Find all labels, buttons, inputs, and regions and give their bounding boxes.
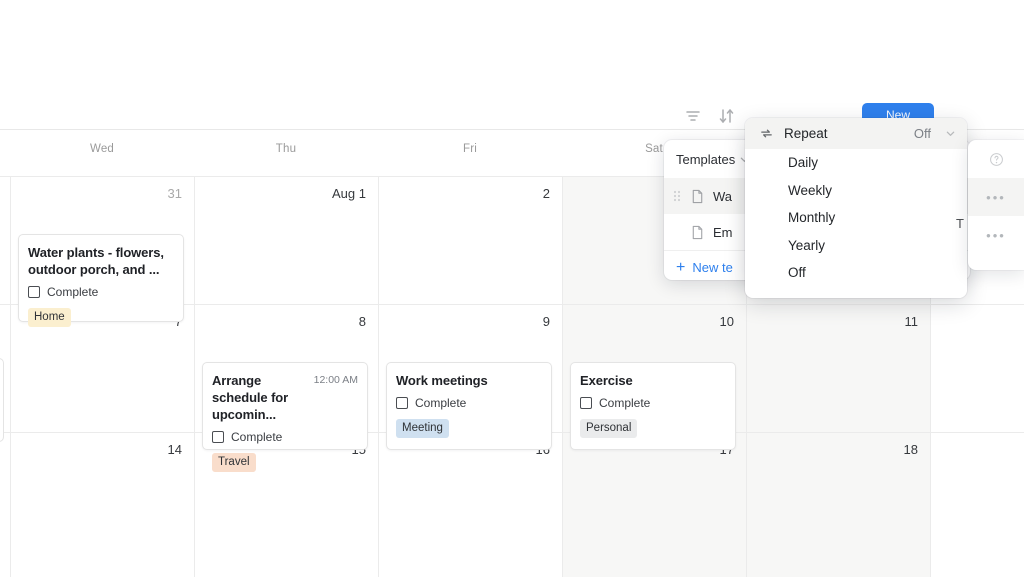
repeat-option-monthly[interactable]: Monthly <box>770 204 967 232</box>
right-rail: ••• T ••• <box>956 140 1024 270</box>
repeat-options-list: Daily Weekly Monthly Yearly Off <box>770 149 967 298</box>
event-complete-row[interactable]: Complete <box>580 396 726 410</box>
event-complete-label: Complete <box>231 430 283 444</box>
event-card[interactable]: Exercise Complete Personal <box>570 362 736 450</box>
event-title: Water plants - flowers, outdoor porch, a… <box>28 245 164 277</box>
repeat-dropdown-header[interactable]: Repeat Off <box>745 118 967 149</box>
overflow-dots-icon: ••• <box>986 189 1006 205</box>
event-tag[interactable]: Personal <box>580 419 638 438</box>
event-complete-label: Complete <box>47 285 99 299</box>
event-title: Work meetings <box>396 373 488 388</box>
calendar-app-screen: New WedThuFriSat 31Aug 12789101114151617… <box>0 0 1024 577</box>
new-template-label: New te <box>692 260 733 275</box>
day-number-cell[interactable]: Aug 1 <box>194 186 366 201</box>
plus-icon: + <box>676 258 686 276</box>
checkbox-icon[interactable] <box>396 397 408 409</box>
grid-column-divider <box>562 176 563 577</box>
day-number-cell[interactable]: 8 <box>194 314 366 329</box>
toolbar: New <box>0 0 1024 130</box>
event-complete-row[interactable]: Complete <box>28 285 174 299</box>
day-number-cell[interactable]: 18 <box>746 442 918 457</box>
text-marker-label: T <box>956 216 964 231</box>
event-tag[interactable]: Travel <box>212 453 256 472</box>
toolbar-icon-group <box>684 107 736 125</box>
event-complete-label: Complete <box>415 396 467 410</box>
overflow-dots-icon: ••• <box>986 227 1006 243</box>
day-number-cell[interactable]: 10 <box>562 314 734 329</box>
event-time: 12:00 AM <box>313 374 358 386</box>
day-number-cell[interactable]: 11 <box>746 314 919 329</box>
repeat-option-weekly[interactable]: Weekly <box>770 177 967 205</box>
repeat-icon <box>761 129 772 138</box>
event-complete-label: Complete <box>599 396 651 410</box>
checkbox-icon[interactable] <box>28 286 40 298</box>
repeat-option-yearly[interactable]: Yearly <box>770 232 967 260</box>
filter-icon[interactable] <box>684 107 702 125</box>
repeat-option-off[interactable]: Off <box>770 259 967 287</box>
checkbox-icon[interactable] <box>212 431 224 443</box>
event-complete-row[interactable]: Complete <box>396 396 542 410</box>
weekday-header-fri: Fri <box>462 143 477 155</box>
event-tag[interactable]: Home <box>28 308 71 327</box>
event-card[interactable]: Water plants - flowers, outdoor porch, a… <box>18 234 184 327</box>
drag-handle-placeholder <box>672 225 682 239</box>
chevron-down-icon <box>946 131 955 136</box>
templates-title: Templates <box>676 151 736 167</box>
document-icon <box>692 189 703 203</box>
document-icon <box>692 225 703 239</box>
repeat-dropdown: Repeat Off Daily Weekly Monthly Yearly Off <box>745 118 967 298</box>
day-number-cell[interactable]: 31 <box>10 186 182 201</box>
day-number-cell[interactable]: 9 <box>378 314 550 329</box>
repeat-label: Repeat <box>784 126 828 141</box>
event-card-clipped[interactable] <box>0 358 4 442</box>
question-circle-icon <box>989 152 1003 166</box>
repeat-option-daily[interactable]: Daily <box>770 149 967 177</box>
day-number-cell[interactable]: 2 <box>378 186 550 201</box>
event-complete-row[interactable]: Complete <box>212 430 358 444</box>
checkbox-icon[interactable] <box>580 397 592 409</box>
row-overflow-button[interactable]: ••• <box>968 178 1024 216</box>
grid-column-divider <box>378 176 379 577</box>
weekday-header-wed: Wed <box>89 143 115 155</box>
drag-handle-icon[interactable] <box>672 189 682 203</box>
event-tag[interactable]: Meeting <box>396 419 449 438</box>
event-card[interactable]: Work meetings Complete Meeting <box>386 362 552 450</box>
day-number-cell[interactable]: 14 <box>10 442 182 457</box>
row-overflow-button[interactable]: T ••• <box>956 216 1024 254</box>
help-button[interactable] <box>968 140 1024 178</box>
weekday-header-thu: Thu <box>275 143 297 155</box>
grid-column-divider <box>194 176 195 577</box>
repeat-current-value: Off <box>913 126 931 141</box>
sort-icon[interactable] <box>718 107 736 125</box>
grid-column-divider <box>10 176 11 577</box>
event-title: Exercise <box>580 373 633 388</box>
event-card[interactable]: Arrange schedule for upcomin... 12:00 AM C… <box>202 362 368 472</box>
event-title: Arrange schedule for upcomin... <box>212 373 289 422</box>
